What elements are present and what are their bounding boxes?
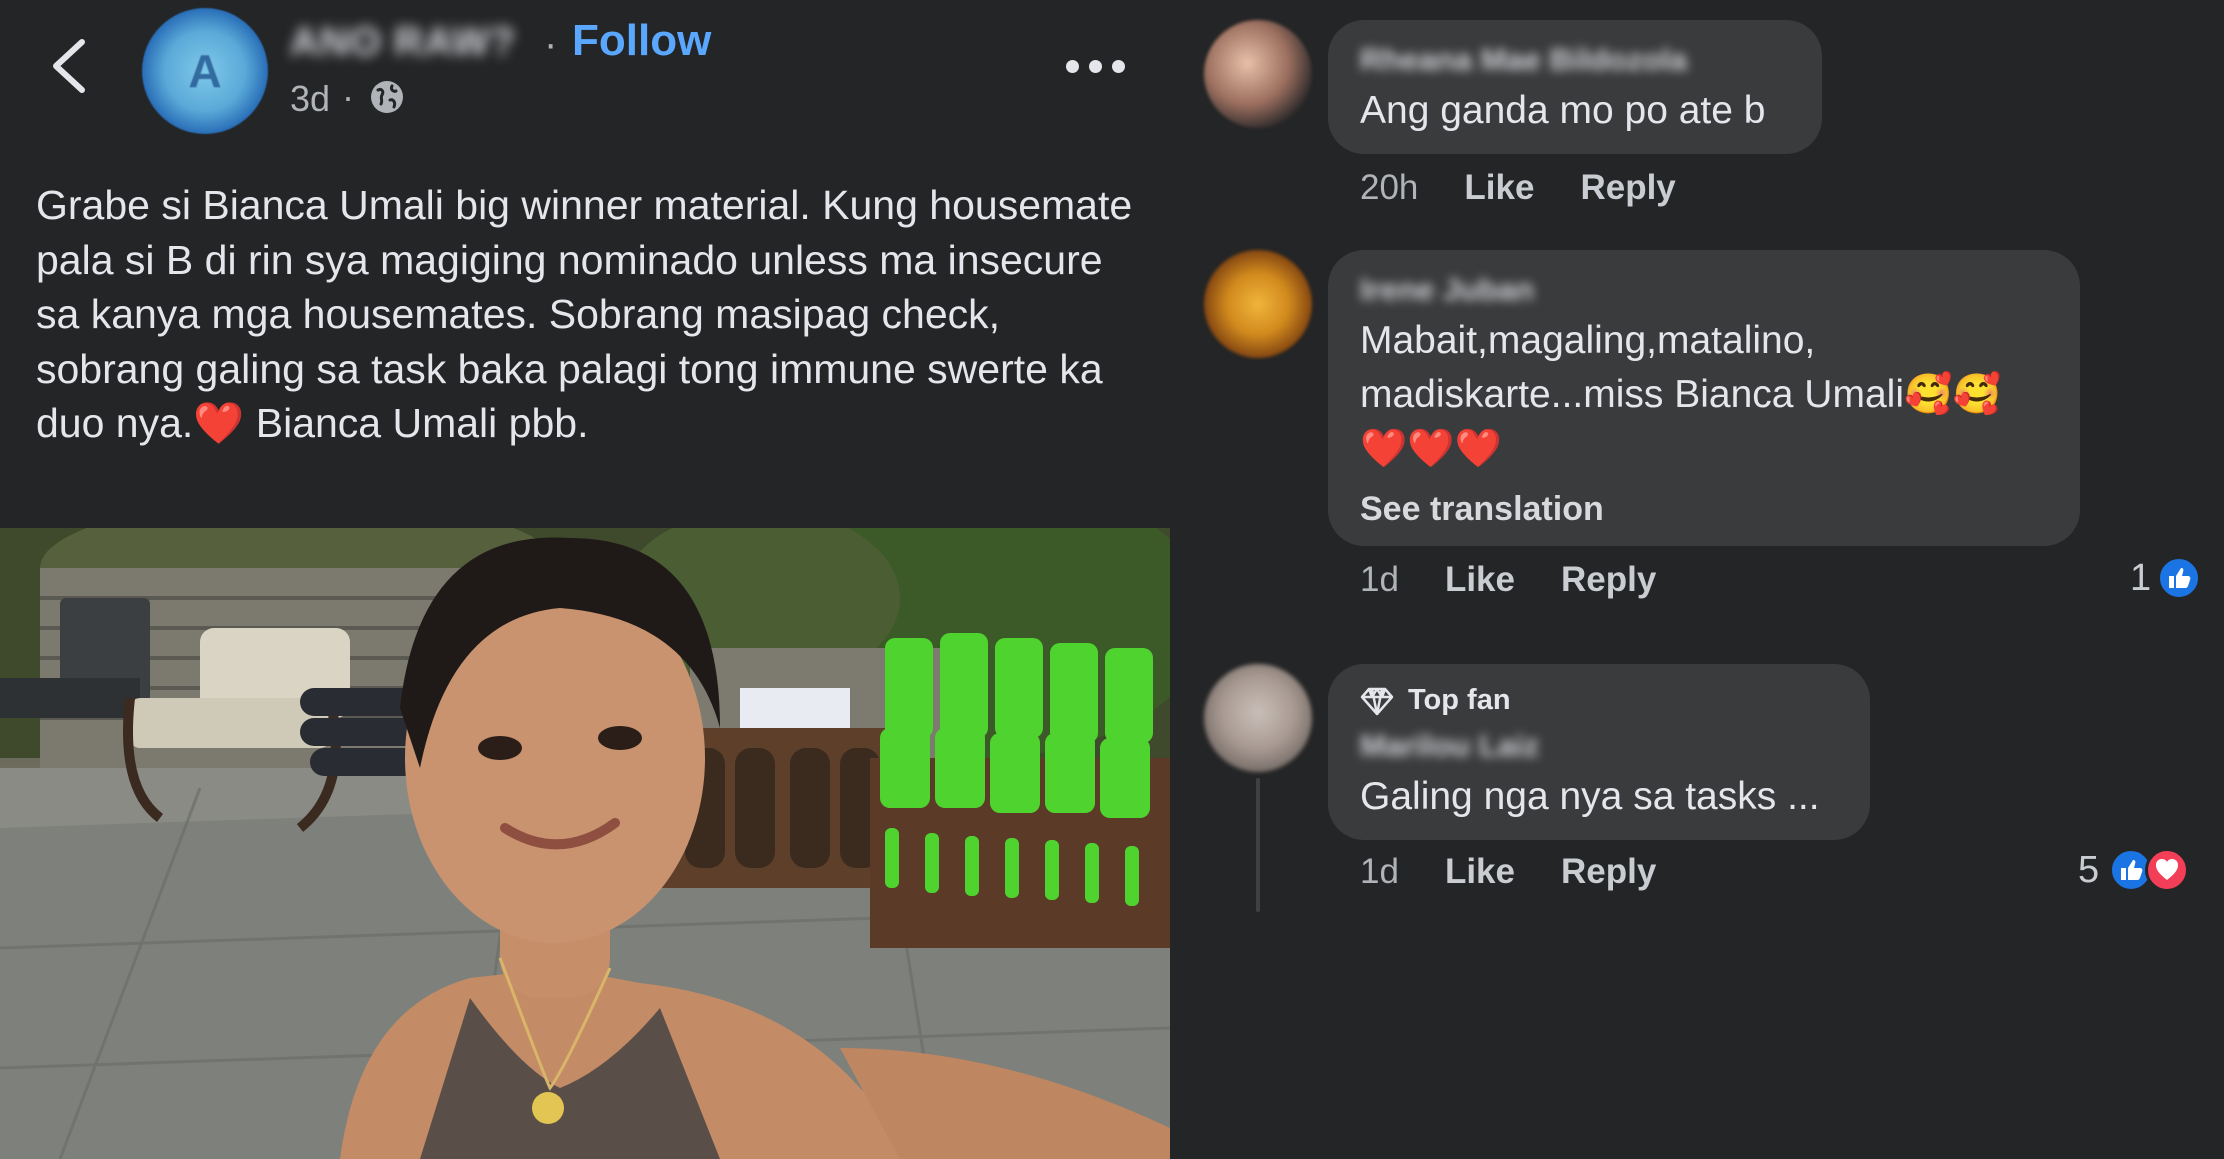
post-body: Grabe si Bianca Umali big winner materia… (36, 182, 1133, 446)
comment-text-line: Mabait,magaling,matalino, (1360, 319, 1816, 362)
comment-actions: 1d Like Reply (1360, 852, 1656, 892)
reaction-summary[interactable]: 1 (2130, 556, 2202, 600)
commenter-name[interactable]: Irene Juban (1360, 272, 1534, 308)
comment-time[interactable]: 1d (1360, 852, 1399, 892)
commenter-avatar[interactable] (1204, 250, 1312, 358)
comment-time[interactable]: 20h (1360, 168, 1418, 208)
commenter-name[interactable]: Rheana Mae Bildozola (1360, 42, 1687, 78)
comment-text-line: ❤️❤️❤️ (1360, 428, 1502, 470)
author-name[interactable]: ANO RAW? (290, 20, 516, 65)
comments-panel: Rheana Mae Bildozola Ang ganda mo po ate… (1170, 0, 2224, 1159)
comment-text: Ang ganda mo po ate b (1360, 89, 1766, 132)
post-photo[interactable] (0, 528, 1170, 1159)
post-panel: A ANO RAW? · Follow 3d · Grabe si Bianca… (0, 0, 1170, 1159)
comment-text: Galing nga nya sa tasks ... (1360, 775, 1820, 818)
comment-text-line: madiskarte...miss Bianca Umali🥰🥰 (1360, 373, 2002, 416)
thread-line (1256, 778, 1260, 912)
back-arrow-icon[interactable] (44, 36, 96, 96)
page-avatar[interactable]: A (142, 8, 268, 134)
comment-actions: 1d Like Reply (1360, 560, 1656, 600)
commenter-name[interactable]: Marilou Laiz (1360, 728, 1539, 764)
like-reaction-icon (2157, 556, 2202, 600)
like-button[interactable]: Like (1445, 852, 1515, 892)
comment-actions: 20h Like Reply (1360, 168, 1676, 208)
follow-button[interactable]: Follow (572, 16, 711, 66)
post-time[interactable]: 3d (290, 78, 330, 120)
time-separator: · (342, 76, 354, 117)
commenter-avatar[interactable] (1204, 664, 1312, 772)
commenter-avatar[interactable] (1204, 20, 1312, 128)
reaction-count: 5 (2078, 848, 2100, 891)
diamond-icon (1360, 687, 1394, 715)
like-button[interactable]: Like (1464, 168, 1534, 208)
header-separator: · (544, 22, 558, 66)
avatar-initial: A (188, 45, 222, 97)
top-fan-label: Top fan (1408, 684, 1511, 716)
top-fan-badge: Top fan (1360, 684, 1511, 717)
more-options-icon[interactable] (1066, 46, 1130, 86)
see-translation-link[interactable]: See translation (1360, 490, 1604, 529)
reaction-summary[interactable]: 5 (2078, 848, 2190, 892)
reply-button[interactable]: Reply (1561, 560, 1656, 600)
reply-button[interactable]: Reply (1561, 852, 1656, 892)
reaction-count: 1 (2130, 556, 2152, 599)
love-reaction-icon (2145, 848, 2190, 892)
like-button[interactable]: Like (1445, 560, 1515, 600)
globe-icon (368, 78, 406, 116)
comment-time[interactable]: 1d (1360, 560, 1399, 600)
reply-button[interactable]: Reply (1580, 168, 1675, 208)
